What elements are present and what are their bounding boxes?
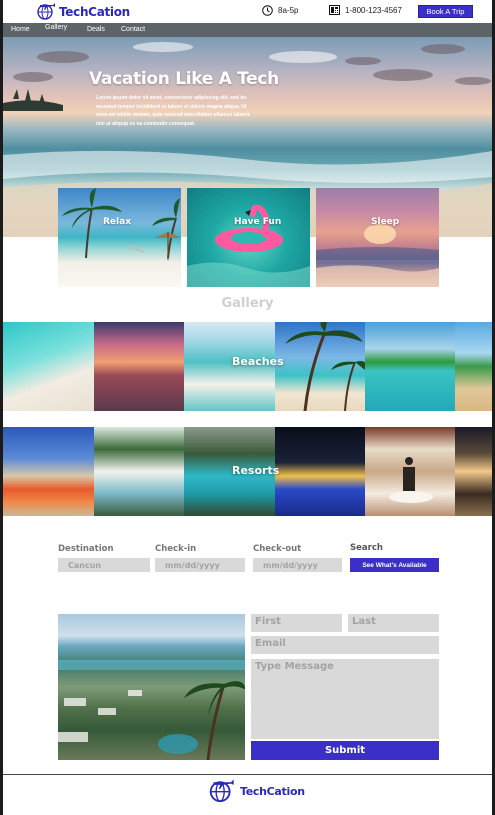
destination-label: Destination	[58, 544, 114, 554]
beach-photo-6[interactable]	[455, 322, 492, 411]
resort-photo-4[interactable]	[275, 427, 365, 516]
header: TechCation 8a-5p 1-800-123-4567 Book A T…	[3, 0, 492, 23]
card-label-relax: Relax	[103, 217, 131, 227]
footer: TechCation	[3, 774, 492, 815]
nav-gallery[interactable]: Gallery	[45, 24, 67, 31]
book-trip-button[interactable]: Book A Trip	[418, 5, 473, 18]
beach-photo-5[interactable]	[365, 322, 455, 411]
clock-icon	[262, 5, 273, 16]
hero-description: Lorem ipsum dolor sit amet, consectetur …	[96, 95, 251, 127]
search-availability-button[interactable]: See What's Available	[350, 558, 439, 572]
checkin-label: Check-in	[155, 544, 197, 554]
resort-palms-image	[58, 660, 245, 760]
card-label-sleep: Sleep	[371, 217, 400, 227]
resorts-gallery[interactable]: Resorts	[3, 427, 492, 516]
resort-photo-6[interactable]	[455, 427, 492, 516]
checkin-input[interactable]: mm/dd/yyyy	[155, 558, 245, 572]
nav-contact[interactable]: Contact	[121, 26, 145, 33]
flamingo-float-image	[187, 204, 310, 287]
message-textarea[interactable]: Type Message	[251, 659, 439, 739]
first-name-input[interactable]: First	[251, 614, 342, 632]
resort-aerial-photo	[58, 614, 245, 760]
beaches-gallery[interactable]: Beaches	[3, 322, 492, 411]
phone-number[interactable]: 1-800-123-4567	[329, 5, 402, 15]
palm-tree-icon	[285, 322, 365, 411]
phone-icon	[329, 5, 340, 15]
resorts-label: Resorts	[232, 464, 280, 477]
card-label-have-fun: Have Fun	[234, 217, 282, 227]
beach-photo-2[interactable]	[94, 322, 184, 411]
email-input[interactable]: Email	[251, 636, 439, 654]
beaches-label: Beaches	[232, 355, 284, 368]
card-relax[interactable]: Relax	[58, 188, 181, 287]
footer-brand-logo[interactable]: TechCation	[208, 778, 305, 804]
page: TechCation 8a-5p 1-800-123-4567 Book A T…	[3, 0, 492, 815]
checkout-input[interactable]: mm/dd/yyyy	[253, 558, 342, 572]
resort-photo-2[interactable]	[94, 427, 184, 516]
last-name-input[interactable]: Last	[348, 614, 439, 632]
beach-photo-1[interactable]	[3, 322, 94, 411]
submit-button[interactable]: Submit	[251, 741, 439, 760]
brand-name: TechCation	[59, 4, 130, 19]
airplane-globe-icon	[37, 3, 55, 20]
person-bath-icon	[389, 457, 433, 503]
sunset-ocean-image	[316, 224, 439, 287]
resort-photo-5[interactable]	[365, 427, 455, 516]
main-nav: Home Gallery Deals Contact	[3, 23, 492, 37]
hero-title: Vacation Like A Tech	[89, 69, 279, 89]
resort-photo-1[interactable]	[3, 427, 94, 516]
relax-beach-image	[62, 188, 181, 260]
card-have-fun[interactable]: Have Fun	[187, 188, 310, 287]
hours-text: 8a-5p	[278, 6, 299, 15]
checkout-label: Check-out	[253, 544, 302, 554]
airplane-globe-icon	[209, 779, 234, 803]
destination-input[interactable]: Cancun	[58, 558, 150, 572]
card-sleep[interactable]: Sleep	[316, 188, 439, 287]
brand-logo[interactable]: TechCation	[36, 2, 130, 21]
gallery-heading: Gallery	[221, 296, 274, 311]
beach-photo-4[interactable]	[275, 322, 365, 411]
nav-deals[interactable]: Deals	[87, 26, 105, 33]
nav-home[interactable]: Home	[11, 26, 30, 33]
footer-brand-name: TechCation	[240, 784, 305, 798]
business-hours: 8a-5p	[262, 5, 298, 16]
search-label: Search	[350, 543, 383, 553]
phone-text: 1-800-123-4567	[345, 5, 402, 15]
